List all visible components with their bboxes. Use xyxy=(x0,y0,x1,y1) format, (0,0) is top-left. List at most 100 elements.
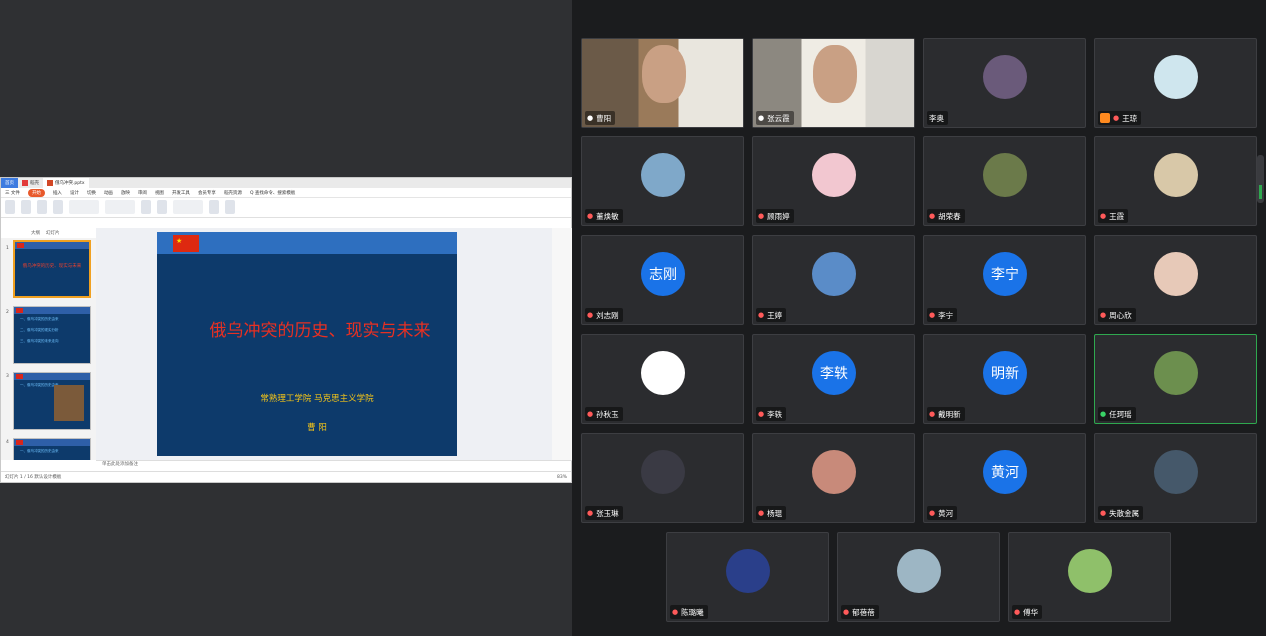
participant-tile[interactable]: 李宁 ● 李宁 xyxy=(923,235,1086,325)
menu-devtools[interactable]: 开发工具 xyxy=(172,190,190,196)
menu-slideshow[interactable]: 放映 xyxy=(121,190,130,196)
avatar xyxy=(1154,153,1198,197)
ppt-file-icon xyxy=(47,180,53,186)
panel-tab-slides[interactable]: 幻灯片 xyxy=(46,230,60,236)
zoom-level[interactable]: 83% xyxy=(557,475,567,480)
tab-document[interactable]: 俄乌冲突.pptx xyxy=(43,178,89,188)
participant-tile[interactable]: ● 周心欣 xyxy=(1094,235,1257,325)
arrange-controls[interactable] xyxy=(173,200,203,214)
participant-tile[interactable]: ● 张云霞 xyxy=(752,38,915,128)
play-icon[interactable] xyxy=(37,200,47,214)
notes-field[interactable]: 单击此处添加备注 xyxy=(96,460,572,470)
participant-name: 陈璐曦 xyxy=(681,607,704,617)
menu-design[interactable]: 设计 xyxy=(70,190,79,196)
participant-tile[interactable]: 李奥 xyxy=(923,38,1086,128)
participant-tile[interactable]: ● 王婷 xyxy=(752,235,915,325)
participant-tile[interactable]: ● 傅华 xyxy=(1008,532,1171,622)
shape-icon[interactable] xyxy=(157,200,167,214)
participant-tile[interactable]: ● 顾雨婷 xyxy=(752,136,915,226)
mic-muted-icon: ● xyxy=(1100,212,1107,220)
thumb-line: 二、俄乌冲突的现实分析 xyxy=(20,328,59,332)
right-toolbar[interactable] xyxy=(552,228,572,460)
menu-start[interactable]: 开始 xyxy=(27,188,45,197)
thumb-number: 1 xyxy=(6,246,9,251)
slide-school: 常熟理工学院 马克思主义学院 xyxy=(260,394,374,404)
participant-tile[interactable]: ● 杨琨 xyxy=(752,433,915,523)
participant-tile[interactable]: ● 王琼 xyxy=(1094,38,1257,128)
current-slide[interactable]: ★ 俄乌冲突的历史、现实与未来 常熟理工学院 马克思主义学院 曹 阳 xyxy=(157,232,457,456)
new-slide-icon[interactable] xyxy=(53,200,63,214)
select-icon[interactable] xyxy=(225,200,235,214)
participant-tile[interactable]: 志刚 ● 刘志刚 xyxy=(581,235,744,325)
participant-tile[interactable]: ● 董焕敏 xyxy=(581,136,744,226)
participant-face xyxy=(642,45,686,103)
thumbnail-slide-3[interactable]: 一、俄乌冲突的历史由来 xyxy=(13,372,91,430)
menu-review[interactable]: 审阅 xyxy=(138,190,147,196)
slide-author: 曹 阳 xyxy=(307,423,327,433)
avatar xyxy=(983,153,1027,197)
format-painter-icon[interactable] xyxy=(21,200,31,214)
mic-muted-icon: ● xyxy=(758,212,765,220)
menu-animation[interactable]: 动画 xyxy=(104,190,113,196)
participant-tile[interactable]: 明新 ● 戴明新 xyxy=(923,334,1086,424)
avatar xyxy=(641,450,685,494)
thumb-header xyxy=(15,242,89,249)
flag-icon xyxy=(16,440,23,445)
participant-tile[interactable]: ● 孙秋玉 xyxy=(581,334,744,424)
tab-daoke[interactable]: 稻壳 xyxy=(18,178,43,188)
menu-file[interactable]: 三 文件 xyxy=(5,190,20,196)
avatar: 明新 xyxy=(983,351,1027,395)
name-label: ● 郁蓓蓓 xyxy=(841,605,879,619)
name-label: ● 王婷 xyxy=(756,308,787,322)
wps-ribbon xyxy=(1,198,571,218)
tab-home[interactable]: 首页 xyxy=(1,178,18,188)
menu-insert[interactable]: 插入 xyxy=(53,190,62,196)
mic-muted-icon: ● xyxy=(587,410,594,418)
avatar-initials: 黄河 xyxy=(991,465,1019,481)
thumb-number: 2 xyxy=(6,310,9,315)
font-controls[interactable] xyxy=(69,200,99,214)
paragraph-controls[interactable] xyxy=(105,200,135,214)
menu-resources[interactable]: 稻壳资源 xyxy=(224,190,242,196)
mic-muted-icon: ● xyxy=(672,608,679,616)
participant-tile[interactable]: ● 王霞 xyxy=(1094,136,1257,226)
menu-search[interactable]: Q 查找命令、搜索模板 xyxy=(250,190,295,196)
participant-tile[interactable]: ● 张玉琳 xyxy=(581,433,744,523)
name-label: ● 戴明新 xyxy=(927,407,965,421)
slide-editor-canvas[interactable]: ★ 俄乌冲突的历史、现实与未来 常熟理工学院 马克思主义学院 曹 阳 xyxy=(96,228,552,460)
avatar-initials: 李宁 xyxy=(991,267,1019,283)
avatar: 李宁 xyxy=(983,252,1027,296)
name-label: ● 胡荣春 xyxy=(927,209,965,223)
participant-tile[interactable]: ● 曹阳 xyxy=(581,38,744,128)
tab-label: 俄乌冲突.pptx xyxy=(55,181,85,186)
thumbnail-slide-2[interactable]: 一、俄乌冲突的历史由来 二、俄乌冲突的现实分析 三、俄乌冲突的未来走向 xyxy=(13,306,91,364)
participant-name: 黄河 xyxy=(938,508,954,518)
participant-tile[interactable]: ● 失散金属 xyxy=(1094,433,1257,523)
grid-scrollbar[interactable] xyxy=(1257,155,1264,203)
participant-tile[interactable]: 黄河 ● 黄河 xyxy=(923,433,1086,523)
participant-tile[interactable]: ● 任珂瑶 xyxy=(1094,334,1257,424)
wps-menu-bar: 三 文件 开始 插入 设计 切换 动画 放映 审阅 视图 开发工具 会员专享 稻… xyxy=(1,188,571,198)
name-label: 李奥 xyxy=(927,111,948,125)
panel-tab-outline[interactable]: 大纲 xyxy=(31,230,40,236)
participant-name: 董焕敏 xyxy=(596,211,619,221)
participant-tile[interactable]: ● 郁蓓蓓 xyxy=(837,532,1000,622)
participant-face xyxy=(813,45,857,103)
participant-tile[interactable]: ● 胡荣春 xyxy=(923,136,1086,226)
paste-icon[interactable] xyxy=(5,200,15,214)
flag-icon xyxy=(17,243,24,248)
name-label: ● 黄河 xyxy=(927,506,958,520)
thumbnail-slide-4[interactable]: 一、俄乌冲突的历史由来 xyxy=(13,438,91,460)
menu-view[interactable]: 视图 xyxy=(155,190,164,196)
menu-member[interactable]: 会员专享 xyxy=(198,190,216,196)
find-icon[interactable] xyxy=(209,200,219,214)
thumbnail-slide-1[interactable]: 俄乌冲突的历史、现实与未来 xyxy=(13,240,91,298)
avatar xyxy=(1154,55,1198,99)
textbox-icon[interactable] xyxy=(141,200,151,214)
participant-tile[interactable]: ● 陈璐曦 xyxy=(666,532,829,622)
name-label: ● 曹阳 xyxy=(585,111,616,125)
avatar xyxy=(641,351,685,395)
participant-tile[interactable]: 李轶 ● 李轶 xyxy=(752,334,915,424)
menu-transition[interactable]: 切换 xyxy=(87,190,96,196)
name-label: ● 王琼 xyxy=(1098,111,1142,125)
